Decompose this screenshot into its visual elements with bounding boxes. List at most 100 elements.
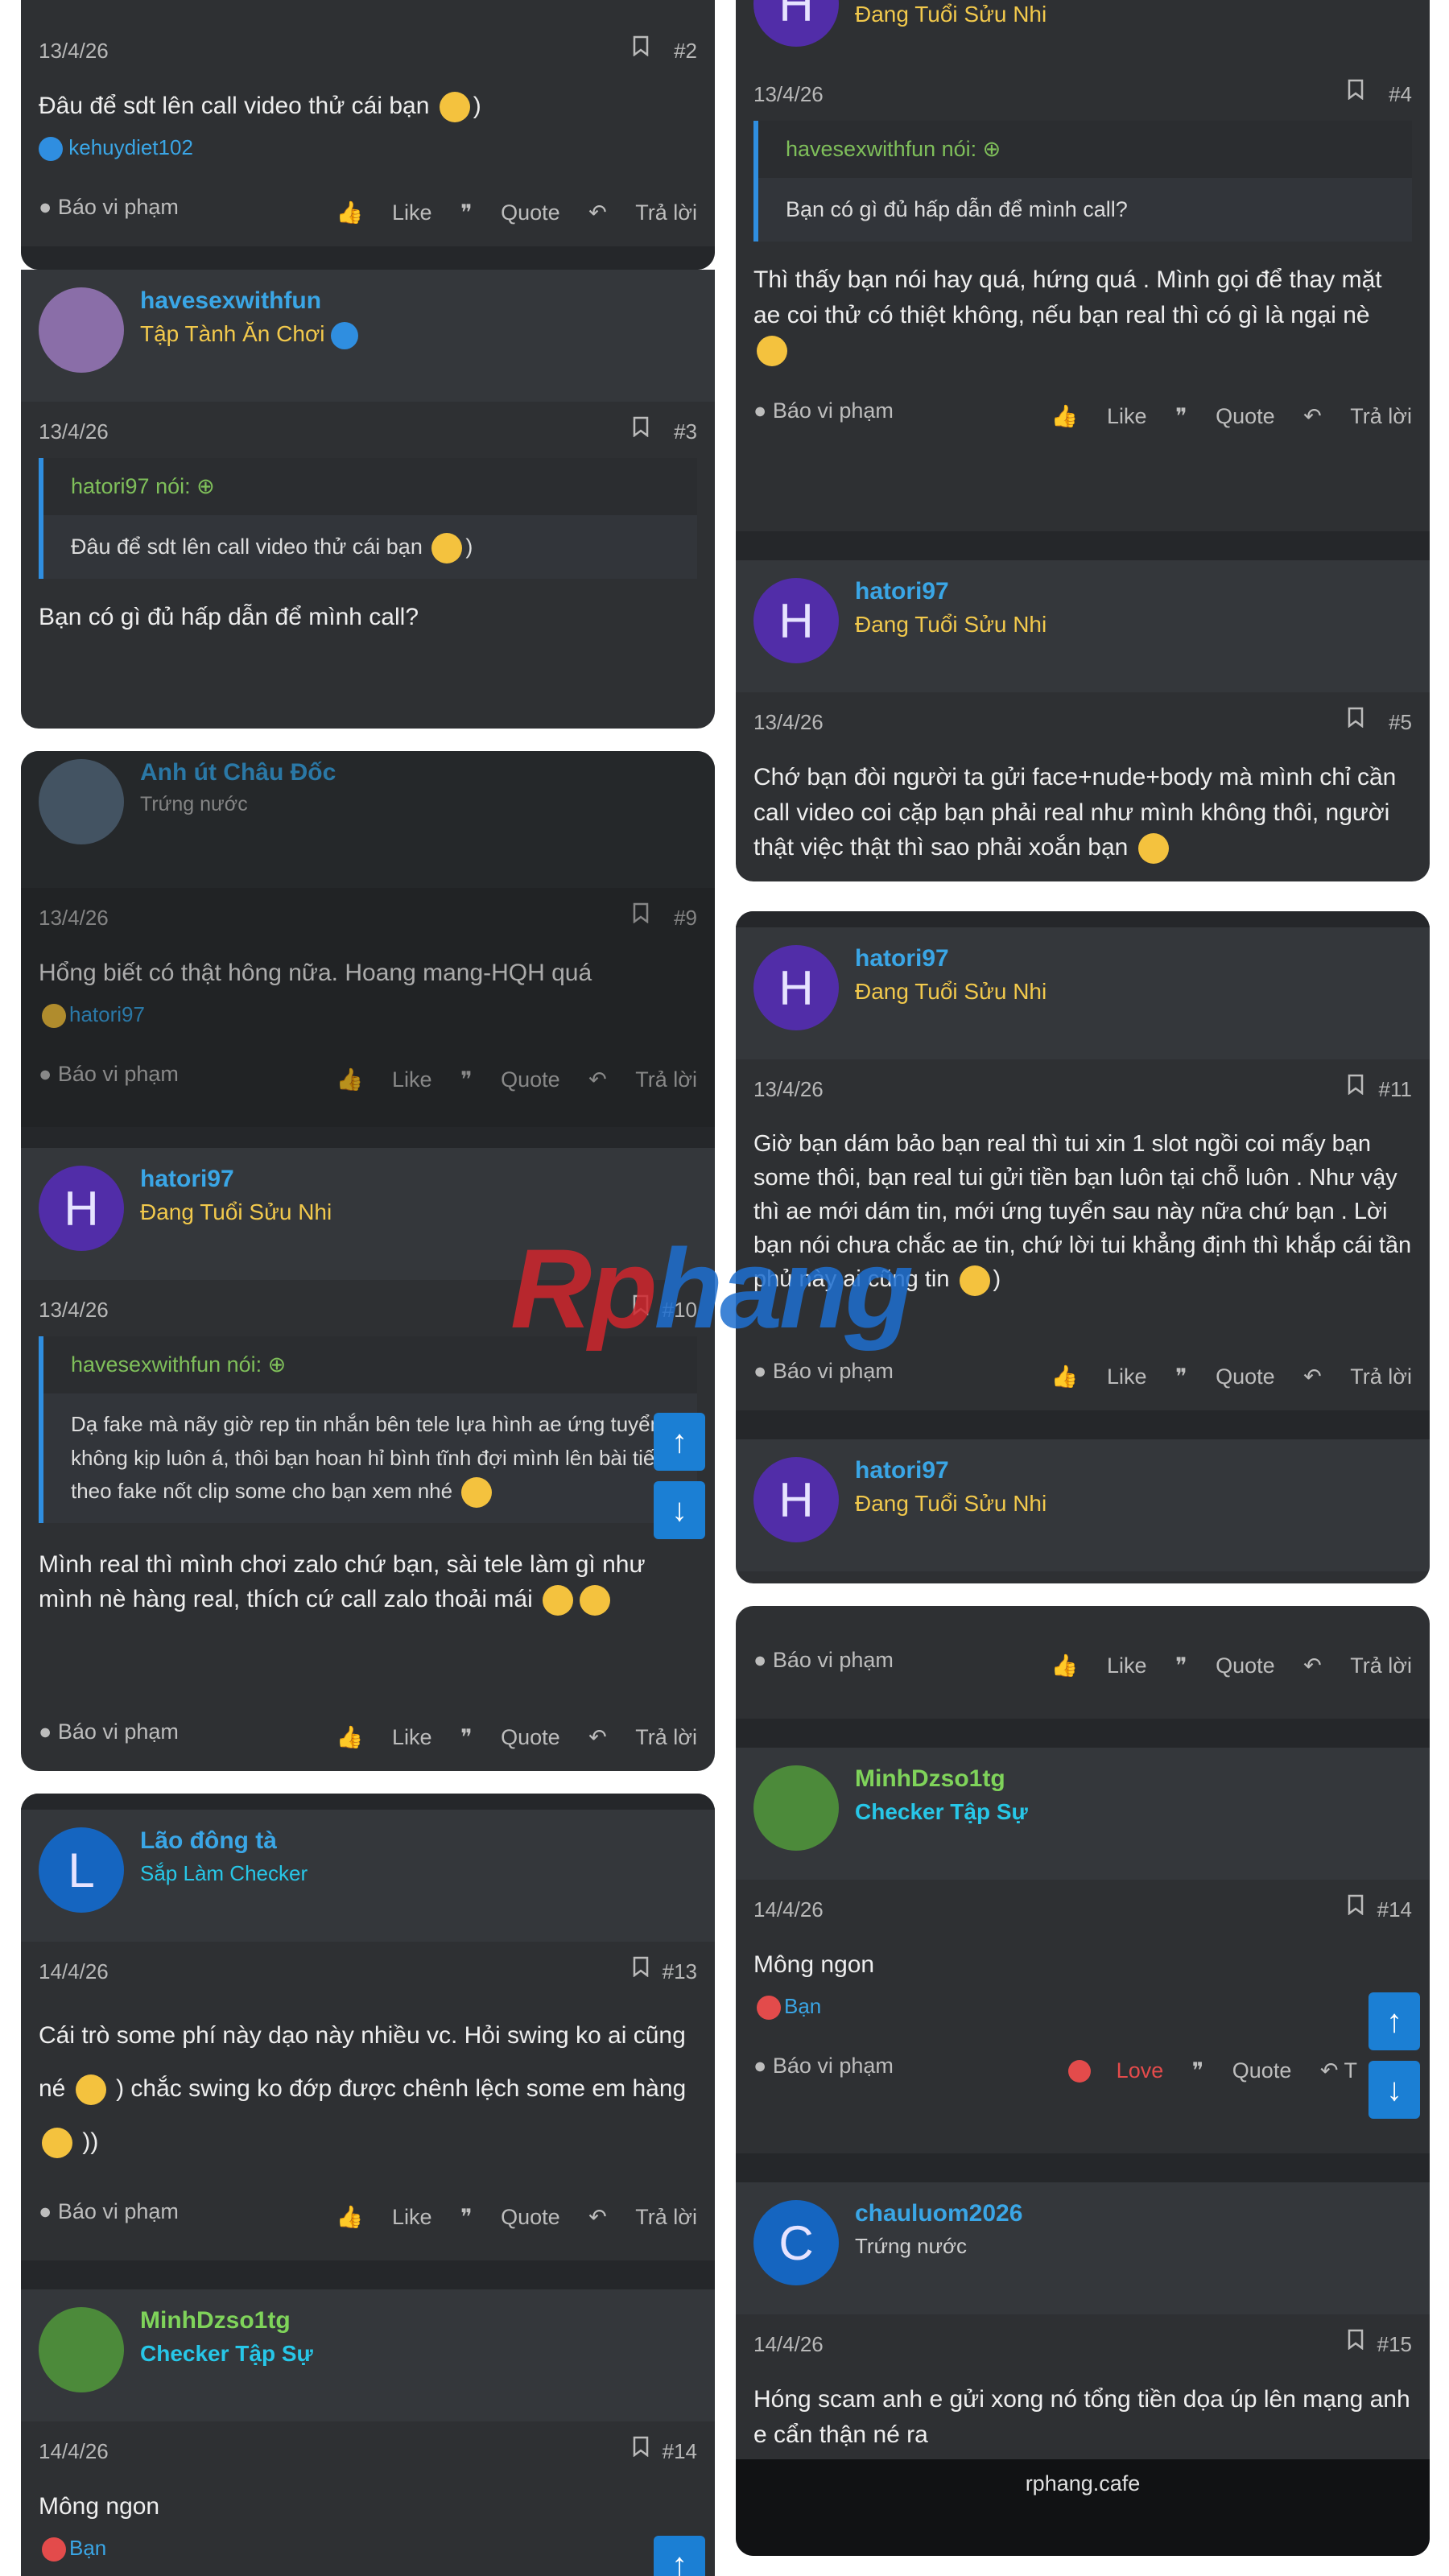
like-button[interactable]: 👍 Like [336, 1725, 432, 1749]
reaction-bar[interactable]: kehuydiet102 [21, 132, 715, 172]
quote-header[interactable]: hatori97 nói: ⊕ [43, 458, 697, 515]
reaction-user[interactable]: hatori97 [69, 1002, 145, 1026]
post-number[interactable]: #14 [1377, 1897, 1412, 1922]
quote-button[interactable]: ❞ Quote [1175, 1364, 1275, 1389]
report-link[interactable]: ● Báo vi phạm [753, 1359, 894, 1384]
bookmark-icon[interactable] [633, 1956, 649, 1977]
report-link[interactable]: ● Báo vi phạm [753, 1648, 894, 1673]
report-link[interactable]: ● Báo vi phạm [39, 2199, 179, 2224]
reply-button[interactable]: ↶ T [1320, 2058, 1357, 2083]
avatar[interactable]: H [39, 1166, 124, 1251]
quote-button[interactable]: ❞ Quote [460, 2205, 560, 2229]
post-date: 13/4/26 [39, 419, 109, 444]
bookmark-icon[interactable] [1348, 1074, 1364, 1095]
scroll-up-button[interactable]: ↑ [654, 2536, 705, 2576]
quote-button[interactable]: ❞ Quote [460, 1067, 560, 1092]
reply-button[interactable]: ↶ Trả lời [588, 1067, 697, 1092]
post-number[interactable]: #4 [1389, 82, 1412, 107]
post-date: 13/4/26 [39, 39, 109, 63]
username[interactable]: hatori97 [855, 1457, 949, 1484]
reaction-bar[interactable]: Bạn [21, 2533, 715, 2573]
reply-button[interactable]: ↶ Trả lời [1303, 404, 1412, 428]
like-label: Like [392, 1067, 432, 1092]
quote-header[interactable]: havesexwithfun nói: ⊕ [758, 121, 1412, 178]
reaction-user[interactable]: kehuydiet102 [68, 135, 193, 159]
username[interactable]: havesexwithfun [140, 287, 321, 315]
post-number[interactable]: #13 [663, 1959, 697, 1984]
bookmark-icon[interactable] [633, 2436, 649, 2457]
site-footer[interactable]: rphang.cafe [736, 2459, 1430, 2556]
quote-button[interactable]: ❞ Quote [1175, 1653, 1275, 1678]
avatar[interactable] [39, 287, 124, 373]
divider [21, 246, 715, 270]
username[interactable]: chauluom2026 [855, 2200, 1022, 2227]
like-button[interactable]: 👍 Like [336, 200, 432, 225]
post-meta: 13/4/26 #2 [21, 21, 715, 77]
username[interactable]: hatori97 [855, 945, 949, 972]
post-number[interactable]: #9 [674, 906, 697, 931]
bookmark-icon[interactable] [633, 35, 649, 56]
reply-button[interactable]: ↶ Trả lời [1303, 1653, 1412, 1678]
post-number[interactable]: #3 [674, 419, 697, 444]
avatar[interactable]: H [753, 1457, 839, 1542]
post-number[interactable]: #15 [1377, 2332, 1412, 2357]
bookmark-icon[interactable] [633, 902, 649, 923]
avatar[interactable]: H [753, 578, 839, 663]
post-number[interactable]: #5 [1389, 710, 1412, 735]
avatar[interactable] [753, 1765, 839, 1851]
reaction-bar[interactable]: hatori97 [21, 999, 715, 1039]
username[interactable]: hatori97 [140, 1166, 234, 1193]
reply-button[interactable]: ↶ Trả lời [588, 2205, 697, 2229]
like-button[interactable]: 👍 Like [1051, 404, 1147, 428]
username[interactable]: Anh út Châu Đốc [140, 759, 336, 786]
avatar[interactable]: C [753, 2200, 839, 2285]
avatar[interactable] [39, 759, 124, 844]
post-number[interactable]: #2 [674, 39, 697, 64]
bookmark-icon[interactable] [1348, 2329, 1364, 2350]
report-link[interactable]: ● Báo vi phạm [39, 1062, 179, 1087]
quote-button[interactable]: ❞ Quote [460, 1725, 560, 1749]
post-date: 13/4/26 [753, 1077, 824, 1101]
username[interactable]: hatori97 [855, 578, 949, 605]
username[interactable]: MinhDzso1tg [140, 2307, 291, 2334]
scroll-up-button[interactable]: ↑ [654, 1413, 705, 1471]
quote-button[interactable]: ❞ Quote [460, 200, 560, 225]
bookmark-icon[interactable] [1348, 1894, 1364, 1915]
reaction-bar[interactable]: Bạn [736, 1991, 1430, 2031]
post-text: ) chắc swing ko đớp được chênh lệch some… [116, 2075, 687, 2102]
reaction-user[interactable]: Bạn [69, 2536, 106, 2560]
reply-button[interactable]: ↶ Trả lời [588, 200, 697, 225]
report-link[interactable]: ● Báo vi phạm [753, 2054, 894, 2079]
quote-button[interactable]: ❞ Quote [1175, 404, 1275, 428]
bookmark-icon[interactable] [1348, 79, 1364, 100]
like-button[interactable]: 👍 Like [336, 2205, 432, 2229]
reply-button[interactable]: ↶ Trả lời [1303, 1364, 1412, 1389]
bookmark-icon[interactable] [1348, 707, 1364, 728]
scroll-up-button[interactable]: ↑ [1368, 1992, 1420, 2050]
like-button[interactable]: 👍 Like [1051, 1653, 1147, 1678]
scroll-down-button[interactable]: ↓ [654, 1481, 705, 1539]
report-link[interactable]: ● Báo vi phạm [39, 1719, 179, 1744]
report-link[interactable]: ● Báo vi phạm [39, 195, 179, 220]
avatar[interactable]: H [753, 945, 839, 1030]
post-date: 14/4/26 [39, 1959, 109, 1984]
avatar[interactable] [39, 2307, 124, 2392]
avatar[interactable]: L [39, 1827, 124, 1913]
post-number[interactable]: #14 [663, 2439, 697, 2464]
avatar[interactable]: H [753, 0, 839, 47]
quote-label: Quote [1216, 403, 1275, 428]
post-header: H hatori97 Đang Tuổi Sửu Nhi [736, 911, 1430, 1059]
username[interactable]: Lão đông tà [140, 1827, 277, 1855]
reply-label: Trả lời [635, 1067, 697, 1092]
like-button[interactable]: 👍 Like [336, 1067, 432, 1092]
username[interactable]: MinhDzso1tg [855, 1765, 1005, 1793]
report-link[interactable]: ● Báo vi phạm [753, 398, 894, 423]
scroll-down-button[interactable]: ↓ [1368, 2061, 1420, 2119]
reply-button[interactable]: ↶ Trả lời [588, 1725, 697, 1749]
quote-button[interactable]: ❞ Quote [1192, 2058, 1292, 2083]
reaction-user[interactable]: Bạn [784, 1994, 821, 2018]
like-button[interactable]: 👍 Like [1051, 1364, 1147, 1389]
post-number[interactable]: #11 [1379, 1077, 1412, 1102]
love-button[interactable]: Love [1046, 2058, 1163, 2083]
bookmark-icon[interactable] [633, 416, 649, 437]
